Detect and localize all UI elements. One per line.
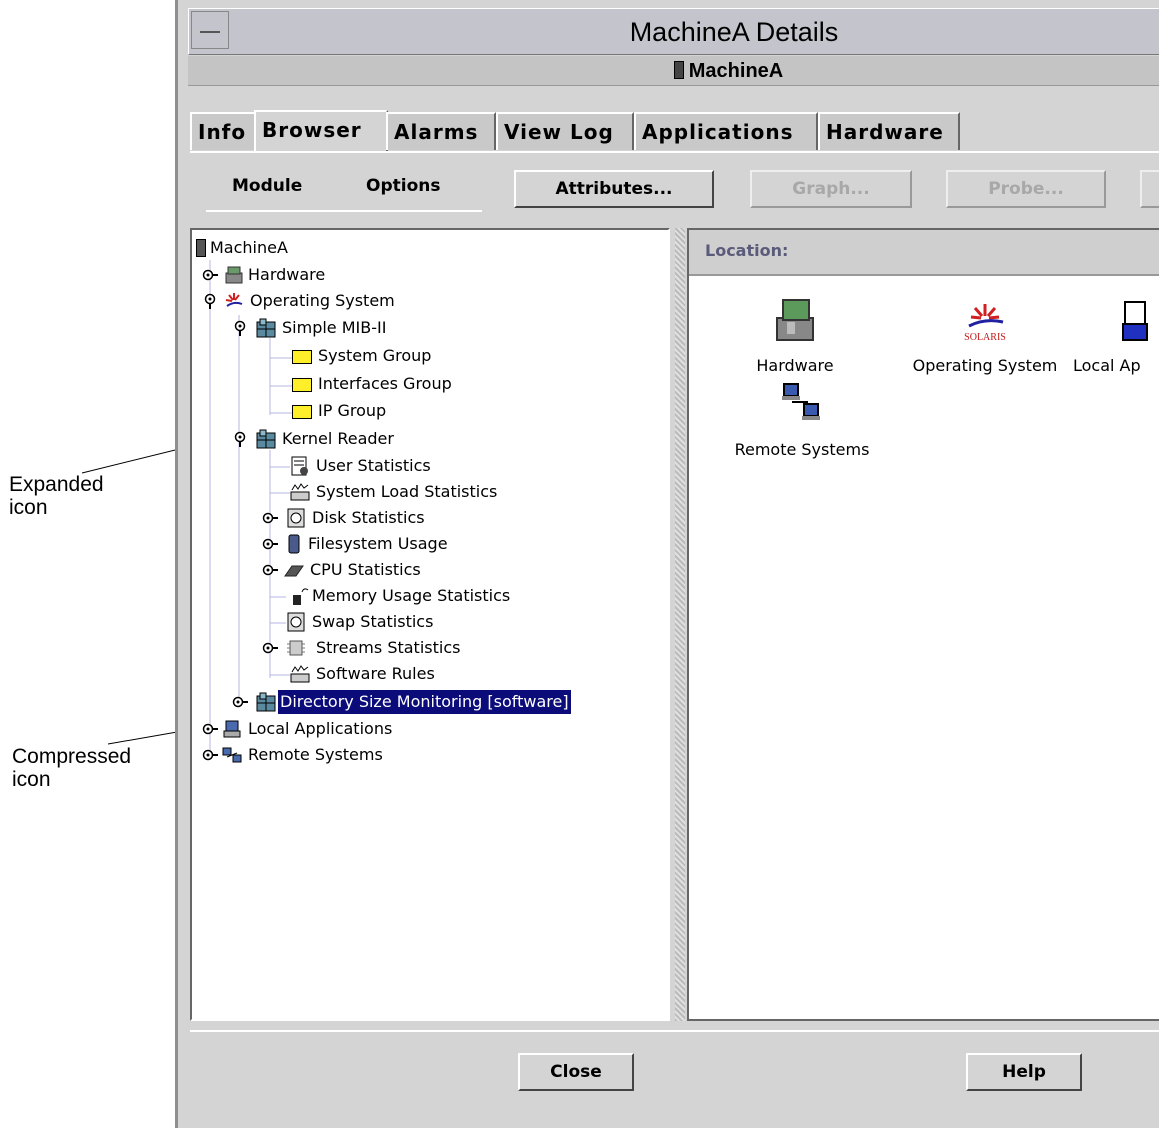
tree-label: Kernel Reader <box>282 429 394 448</box>
module-tree-panel[interactable]: MachineA Hardware Operating System Simpl… <box>190 228 670 1021</box>
tab-baseline <box>190 151 1159 153</box>
host-header: MachineA <box>188 56 1159 86</box>
tree-label: IP Group <box>318 401 387 420</box>
disk-icon <box>287 612 305 632</box>
tree-label: Hardware <box>248 265 326 284</box>
menu-options[interactable]: Options <box>366 176 440 196</box>
close-button[interactable]: Close <box>518 1053 634 1091</box>
local-applications-icon <box>1122 301 1148 341</box>
tree-label: CPU Statistics <box>310 560 421 579</box>
tree-label: Swap Statistics <box>312 612 434 631</box>
collapsed-handle-icon[interactable] <box>202 721 218 737</box>
host-name: MachineA <box>688 60 784 82</box>
hardware-icon <box>776 299 814 341</box>
content-panel[interactable]: Location: Hardware SOLARIS Operating Sys… <box>687 228 1159 1021</box>
folder-icon <box>292 378 312 392</box>
tab-applications[interactable]: Applications <box>634 112 818 150</box>
content-icon-label: Local Ap <box>1073 356 1141 375</box>
collapsed-handle-icon[interactable] <box>262 640 278 656</box>
tree-label: MachineA <box>210 238 288 257</box>
menu-bar: Module Options <box>206 170 482 212</box>
server-icon <box>673 61 684 79</box>
graph-button[interactable]: Graph... <box>750 170 912 208</box>
module-icon <box>256 429 276 449</box>
cpu-icon <box>284 565 304 577</box>
collapsed-handle-icon[interactable] <box>232 694 248 710</box>
panel-splitter[interactable] <box>675 228 685 1021</box>
tab-alarms[interactable]: Alarms <box>386 112 496 150</box>
tree-label: Disk Statistics <box>312 508 425 527</box>
tree-label: Filesystem Usage <box>308 534 448 553</box>
collapsed-handle-icon[interactable] <box>262 562 278 578</box>
filesystem-icon <box>288 534 300 554</box>
probe-button[interactable]: Probe... <box>946 170 1106 208</box>
content-icon-local-applications[interactable]: Local Ap <box>1073 296 1153 375</box>
user-stats-icon <box>291 456 308 476</box>
tree-label: Interfaces Group <box>318 374 452 393</box>
remote-systems-icon <box>782 383 820 420</box>
menu-module[interactable]: Module <box>232 176 302 196</box>
content-icon-label: Remote Systems <box>734 440 870 459</box>
solaris-logo-text: SOLARIS <box>964 332 1006 343</box>
tree-label: User Statistics <box>316 456 431 475</box>
help-button[interactable]: Help <box>966 1053 1082 1091</box>
tree-label: Streams Statistics <box>316 638 461 657</box>
location-label: Location: <box>705 241 789 260</box>
memory-icon <box>293 588 309 605</box>
tree-label: Simple MIB-II <box>282 318 387 337</box>
tree-label: Local Applications <box>248 719 393 738</box>
tab-hardware[interactable]: Hardware <box>818 112 960 150</box>
content-icon-label: Operating System <box>912 356 1058 375</box>
content-icon-label: Hardware <box>756 356 834 375</box>
remote-systems-icon <box>222 747 242 763</box>
collapsed-handle-icon[interactable] <box>262 536 278 552</box>
load-graph-icon <box>290 483 310 501</box>
module-icon <box>256 318 276 338</box>
collapsed-handle-icon[interactable] <box>202 747 218 763</box>
streams-icon <box>287 640 305 656</box>
load-graph-icon <box>290 665 310 683</box>
content-icon-hardware[interactable]: Hardware <box>735 296 855 375</box>
toolbar-button-partial[interactable] <box>1140 170 1159 208</box>
location-bar: Location: <box>689 230 1159 276</box>
tree-label: Remote Systems <box>248 745 383 764</box>
machine-details-window: MachineA Details MachineA Info Browser A… <box>175 0 1159 1128</box>
tree-label: Software Rules <box>316 664 435 683</box>
content-icon-remote-systems[interactable]: Remote Systems <box>707 380 897 459</box>
collapsed-handle-icon[interactable] <box>262 510 278 526</box>
tree-label: Memory Usage Statistics <box>312 586 511 605</box>
disk-icon <box>287 508 305 528</box>
tree-label: Directory Size Monitoring [software] <box>278 690 571 714</box>
title-bar[interactable]: MachineA Details <box>188 8 1159 55</box>
expanded-handle-icon[interactable] <box>202 293 218 309</box>
tree-label: Operating System <box>250 291 395 310</box>
server-icon <box>196 239 206 257</box>
tab-info[interactable]: Info <box>190 112 256 150</box>
expanded-handle-icon[interactable] <box>232 431 248 447</box>
collapsed-handle-icon[interactable] <box>202 267 218 283</box>
window-title: MachineA Details <box>629 17 839 47</box>
module-icon <box>256 692 276 712</box>
solaris-icon <box>225 293 243 307</box>
tab-browser[interactable]: Browser <box>254 110 388 152</box>
expanded-handle-icon[interactable] <box>232 320 248 336</box>
tab-view-log[interactable]: View Log <box>496 112 634 150</box>
local-applications-icon <box>223 720 241 738</box>
hardware-icon <box>225 266 243 284</box>
tree-label: System Group <box>318 346 432 365</box>
bottom-separator <box>190 1030 1159 1032</box>
folder-icon <box>292 405 312 419</box>
attributes-button[interactable]: Attributes... <box>514 170 714 208</box>
solaris-icon: SOLARIS <box>964 304 1006 343</box>
tree-label: System Load Statistics <box>316 482 498 501</box>
content-icon-operating-system[interactable]: SOLARIS Operating System <box>885 296 1085 375</box>
folder-icon <box>292 350 312 364</box>
